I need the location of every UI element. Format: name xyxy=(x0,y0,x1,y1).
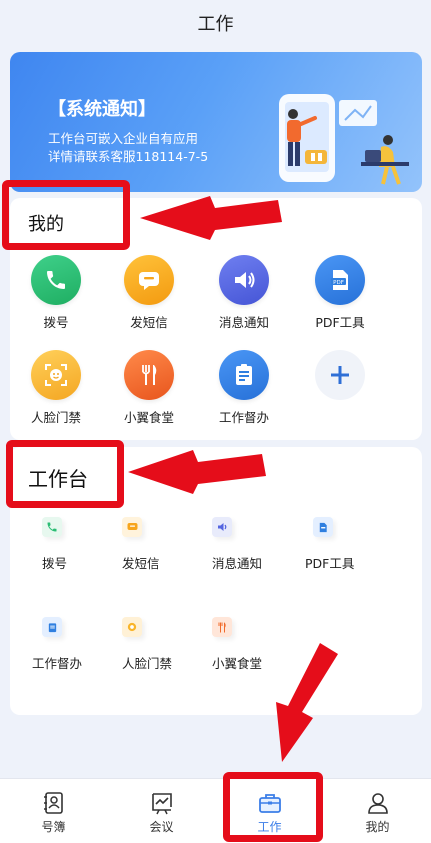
my-app-label: 工作督办 xyxy=(218,410,269,425)
speaker-icon xyxy=(212,517,232,537)
system-notice-banner[interactable]: 【系统通知】 工作台可嵌入企业自有应用 详情请联系客服118114-7-5 xyxy=(10,52,422,192)
speaker-icon xyxy=(219,255,269,305)
tab-meeting[interactable]: 会议 xyxy=(108,779,215,843)
tab-label: 会议 xyxy=(149,820,174,834)
my-app-supervise[interactable]: 工作督办 xyxy=(199,350,289,426)
supervise-icon xyxy=(219,350,269,400)
workbench-tool-supervise[interactable]: 工作督办 xyxy=(22,617,112,672)
tab-profile[interactable]: 我的 xyxy=(324,779,431,843)
workbench-tool-label: 小翼食堂 xyxy=(212,656,263,671)
workbench-tool-dial[interactable]: 拨号 xyxy=(22,517,112,572)
workbench-tool-label: 工作督办 xyxy=(32,656,83,671)
pdf-icon: PDF xyxy=(315,255,365,305)
my-app-dial[interactable]: 拨号 xyxy=(11,255,101,331)
svg-text:PDF: PDF xyxy=(333,280,344,286)
tab-contacts[interactable]: 号簿 xyxy=(0,779,107,843)
workbench-title: 工作台 xyxy=(28,467,88,491)
workbench-tool-canteen[interactable]: 小翼食堂 xyxy=(202,617,292,672)
my-app-label: 发短信 xyxy=(130,315,168,330)
my-app-label: 拨号 xyxy=(43,315,69,330)
tab-label: 我的 xyxy=(365,820,390,834)
workbench-tool-label: 发短信 xyxy=(122,556,160,571)
workbench-tool-label: 人脸门禁 xyxy=(122,656,173,671)
contacts-icon xyxy=(0,791,107,815)
workbench-tool-notify[interactable]: 消息通知 xyxy=(202,517,292,572)
my-app-label: 小翼食堂 xyxy=(123,410,174,425)
fork-knife-icon xyxy=(212,617,232,637)
meeting-icon xyxy=(108,791,215,815)
office-illustration xyxy=(279,94,409,185)
banner-line-2: 详情请联系客服118114-7-5 xyxy=(48,149,209,164)
face-icon xyxy=(122,617,142,637)
phone-icon xyxy=(42,517,62,537)
workbench-tool-sms[interactable]: 发短信 xyxy=(112,517,202,572)
my-apps-title: 我的 xyxy=(28,214,64,235)
workbench-tool-label: 消息通知 xyxy=(212,556,263,571)
tab-label: 号簿 xyxy=(41,820,66,834)
tab-label: 工作 xyxy=(257,820,282,834)
workbench-tool-face-access[interactable]: 人脸门禁 xyxy=(112,617,202,672)
fork-knife-icon xyxy=(124,350,174,400)
page-title: 工作 xyxy=(0,0,431,46)
my-apps-card: 我的 拨号 发短信 消息通知 PDF PDF工具 人脸门禁 小翼食堂 工作督办 xyxy=(10,198,422,440)
my-app-sms[interactable]: 发短信 xyxy=(104,255,194,331)
my-app-label: PDF工具 xyxy=(315,315,365,330)
my-app-label: 消息通知 xyxy=(218,315,269,330)
tab-work[interactable]: 工作 xyxy=(216,779,323,843)
banner-title: 【系统通知】 xyxy=(48,99,156,120)
workbench-tool-label: 拨号 xyxy=(42,556,68,571)
workbench-tool-label: PDF工具 xyxy=(305,556,355,571)
my-app-face-access[interactable]: 人脸门禁 xyxy=(11,350,101,426)
add-app-button[interactable] xyxy=(295,350,385,400)
my-app-canteen[interactable]: 小翼食堂 xyxy=(104,350,194,426)
bottom-tab-bar: 号簿 会议 工作 我的 xyxy=(0,778,431,843)
face-icon xyxy=(31,350,81,400)
message-icon xyxy=(124,255,174,305)
phone-icon xyxy=(31,255,81,305)
banner-line-1: 工作台可嵌入企业自有应用 xyxy=(48,131,199,146)
briefcase-icon xyxy=(216,791,323,815)
my-app-pdf[interactable]: PDF PDF工具 xyxy=(295,255,385,331)
my-app-label: 人脸门禁 xyxy=(30,410,81,425)
profile-icon xyxy=(324,791,431,815)
pdf-icon xyxy=(313,517,333,537)
supervise-icon xyxy=(42,617,62,637)
message-icon xyxy=(122,517,142,537)
workbench-tool-pdf[interactable]: PDF工具 xyxy=(293,517,383,572)
workbench-card: 工作台 拨号 发短信 消息通知 PDF工具 工作督办 人脸门禁 小翼食堂 xyxy=(10,447,422,715)
my-app-notify[interactable]: 消息通知 xyxy=(199,255,289,331)
add-icon xyxy=(315,350,365,400)
